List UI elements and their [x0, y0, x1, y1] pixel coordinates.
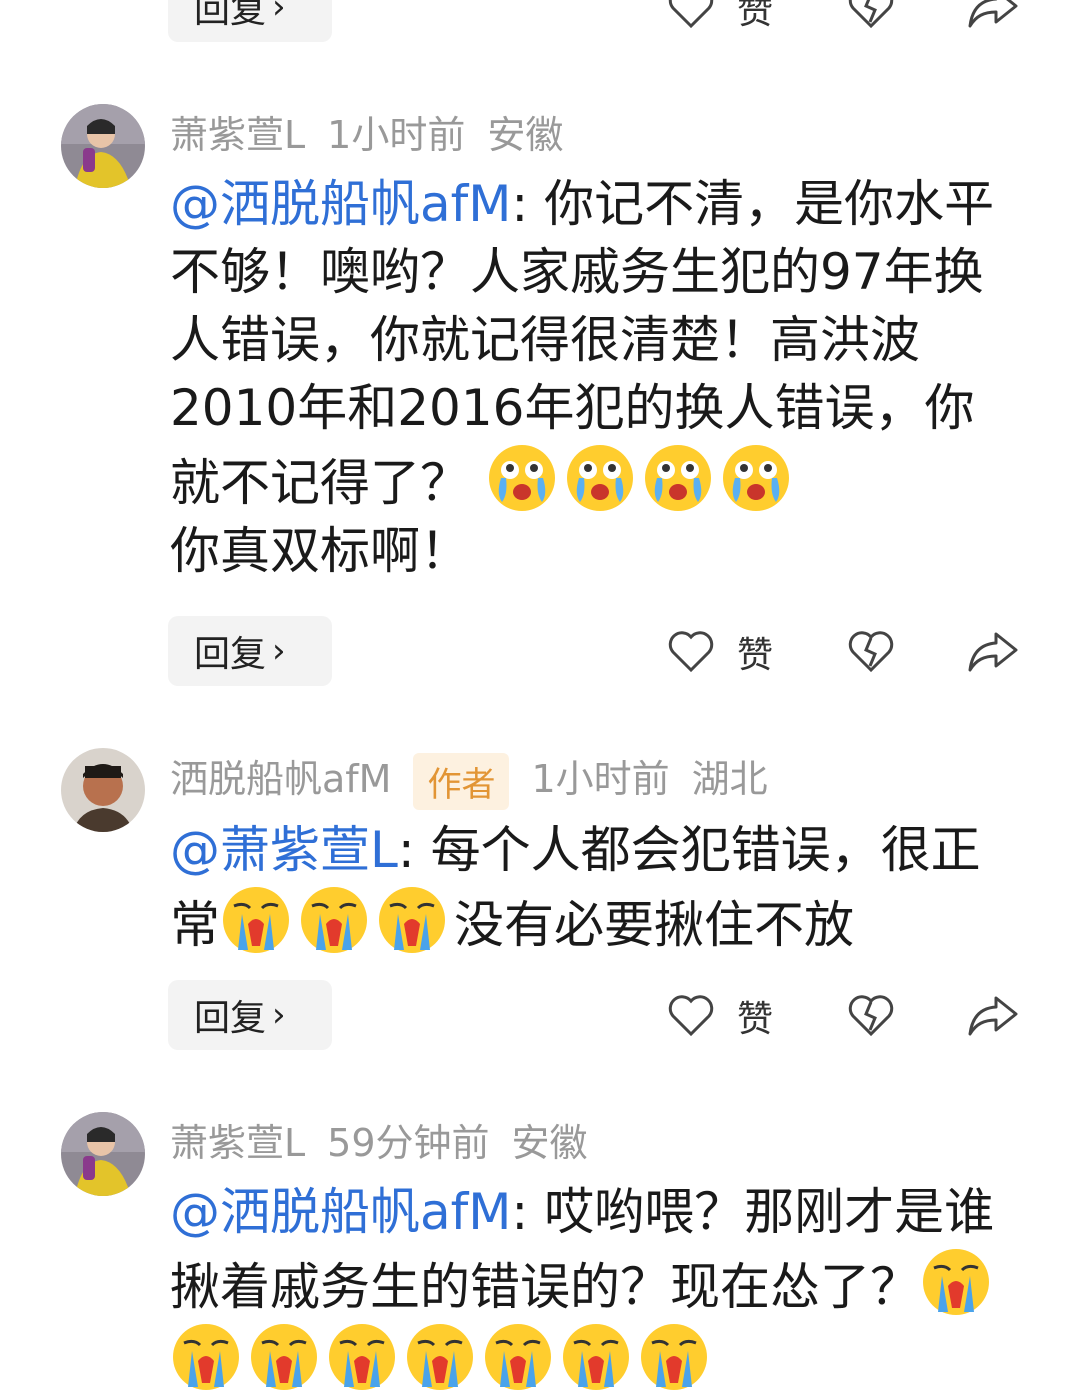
comment-text: @洒脱船帆afM: 你记不清，是你水平不够！噢哟？人家戚务生犯的97年换人错误，… [170, 170, 1000, 585]
avatar[interactable] [61, 104, 145, 188]
reply-label: 回复 [194, 0, 267, 31]
location: 湖北 [691, 757, 768, 801]
sobbing-emoji-icon [638, 1321, 710, 1393]
action-row: 回复 › 赞 [0, 980, 1079, 1050]
reply-button[interactable]: 回复 › [168, 0, 332, 42]
comment-text: @萧紫萱L: 每个人都会犯错误，很正常 没有必要揪住不放 [170, 816, 1000, 959]
comment-text: @洒脱船帆afM: 哎哟喂？那刚才是谁揪着戚务生的错误的？现在怂了？ [170, 1178, 1000, 1396]
author-badge: 作者 [413, 753, 510, 810]
sobbing-emoji-icon [482, 1321, 554, 1393]
username[interactable]: 萧紫萱L [170, 1121, 305, 1165]
broken-heart-icon[interactable] [846, 990, 896, 1040]
sobbing-emoji-icon [220, 884, 292, 956]
action-row: 回复 › 赞 [0, 616, 1079, 686]
broken-heart-icon[interactable] [846, 626, 896, 676]
reply-button[interactable]: 回复 › [168, 980, 332, 1050]
comment-meta: 洒脱船帆afM 作者 1小时前 湖北 [170, 748, 790, 810]
mention-link[interactable]: @洒脱船帆afM [170, 1183, 511, 1241]
share-icon[interactable] [966, 990, 1020, 1040]
heart-icon[interactable] [666, 0, 716, 32]
sobbing-emoji-icon [560, 1321, 632, 1393]
like-label[interactable]: 赞 [737, 626, 773, 678]
username[interactable]: 萧紫萱L [170, 113, 305, 157]
mention-link[interactable]: @洒脱船帆afM [170, 175, 511, 233]
sobbing-emoji-icon [326, 1321, 398, 1393]
like-label[interactable]: 赞 [737, 0, 773, 34]
crying-emoji-icon [564, 442, 636, 514]
sobbing-emoji-icon [298, 884, 370, 956]
location: 安徽 [487, 113, 564, 157]
reply-label: 回复 [194, 998, 267, 1039]
sobbing-emoji-icon [404, 1321, 476, 1393]
chevron-right-icon: › [272, 631, 286, 671]
comment-meta: 萧紫萱L 1小时前 安徽 [170, 104, 585, 159]
location: 安徽 [511, 1121, 588, 1165]
share-icon[interactable] [966, 626, 1020, 676]
timestamp: 59分钟前 [327, 1121, 490, 1165]
avatar[interactable] [61, 1112, 145, 1196]
comment-body-end: 你真双标啊！ [170, 522, 470, 580]
chevron-right-icon: › [272, 0, 286, 27]
crying-emoji-icon [720, 442, 792, 514]
comment-meta: 萧紫萱L 59分钟前 安徽 [170, 1112, 610, 1167]
heart-icon[interactable] [666, 990, 716, 1040]
crying-emoji-icon [642, 442, 714, 514]
chevron-right-icon: › [272, 995, 286, 1035]
mention-link[interactable]: @萧紫萱L [170, 821, 398, 879]
sobbing-emoji-icon [376, 884, 448, 956]
username[interactable]: 洒脱船帆afM [170, 757, 391, 801]
broken-heart-icon[interactable] [846, 0, 896, 32]
like-label[interactable]: 赞 [737, 990, 773, 1042]
sobbing-emoji-icon [920, 1246, 992, 1318]
comment-body-end: 没有必要揪住不放 [454, 896, 854, 954]
timestamp: 1小时前 [531, 757, 670, 801]
reply-button[interactable]: 回复 › [168, 616, 332, 686]
action-row-top: 回复 › 赞 [0, 0, 1079, 42]
heart-icon[interactable] [666, 626, 716, 676]
timestamp: 1小时前 [327, 113, 466, 157]
share-icon[interactable] [966, 0, 1020, 32]
sobbing-emoji-icon [248, 1321, 320, 1393]
reply-label: 回复 [194, 634, 267, 675]
crying-emoji-icon [486, 442, 558, 514]
avatar[interactable] [61, 748, 145, 832]
sobbing-emoji-icon [170, 1321, 242, 1393]
